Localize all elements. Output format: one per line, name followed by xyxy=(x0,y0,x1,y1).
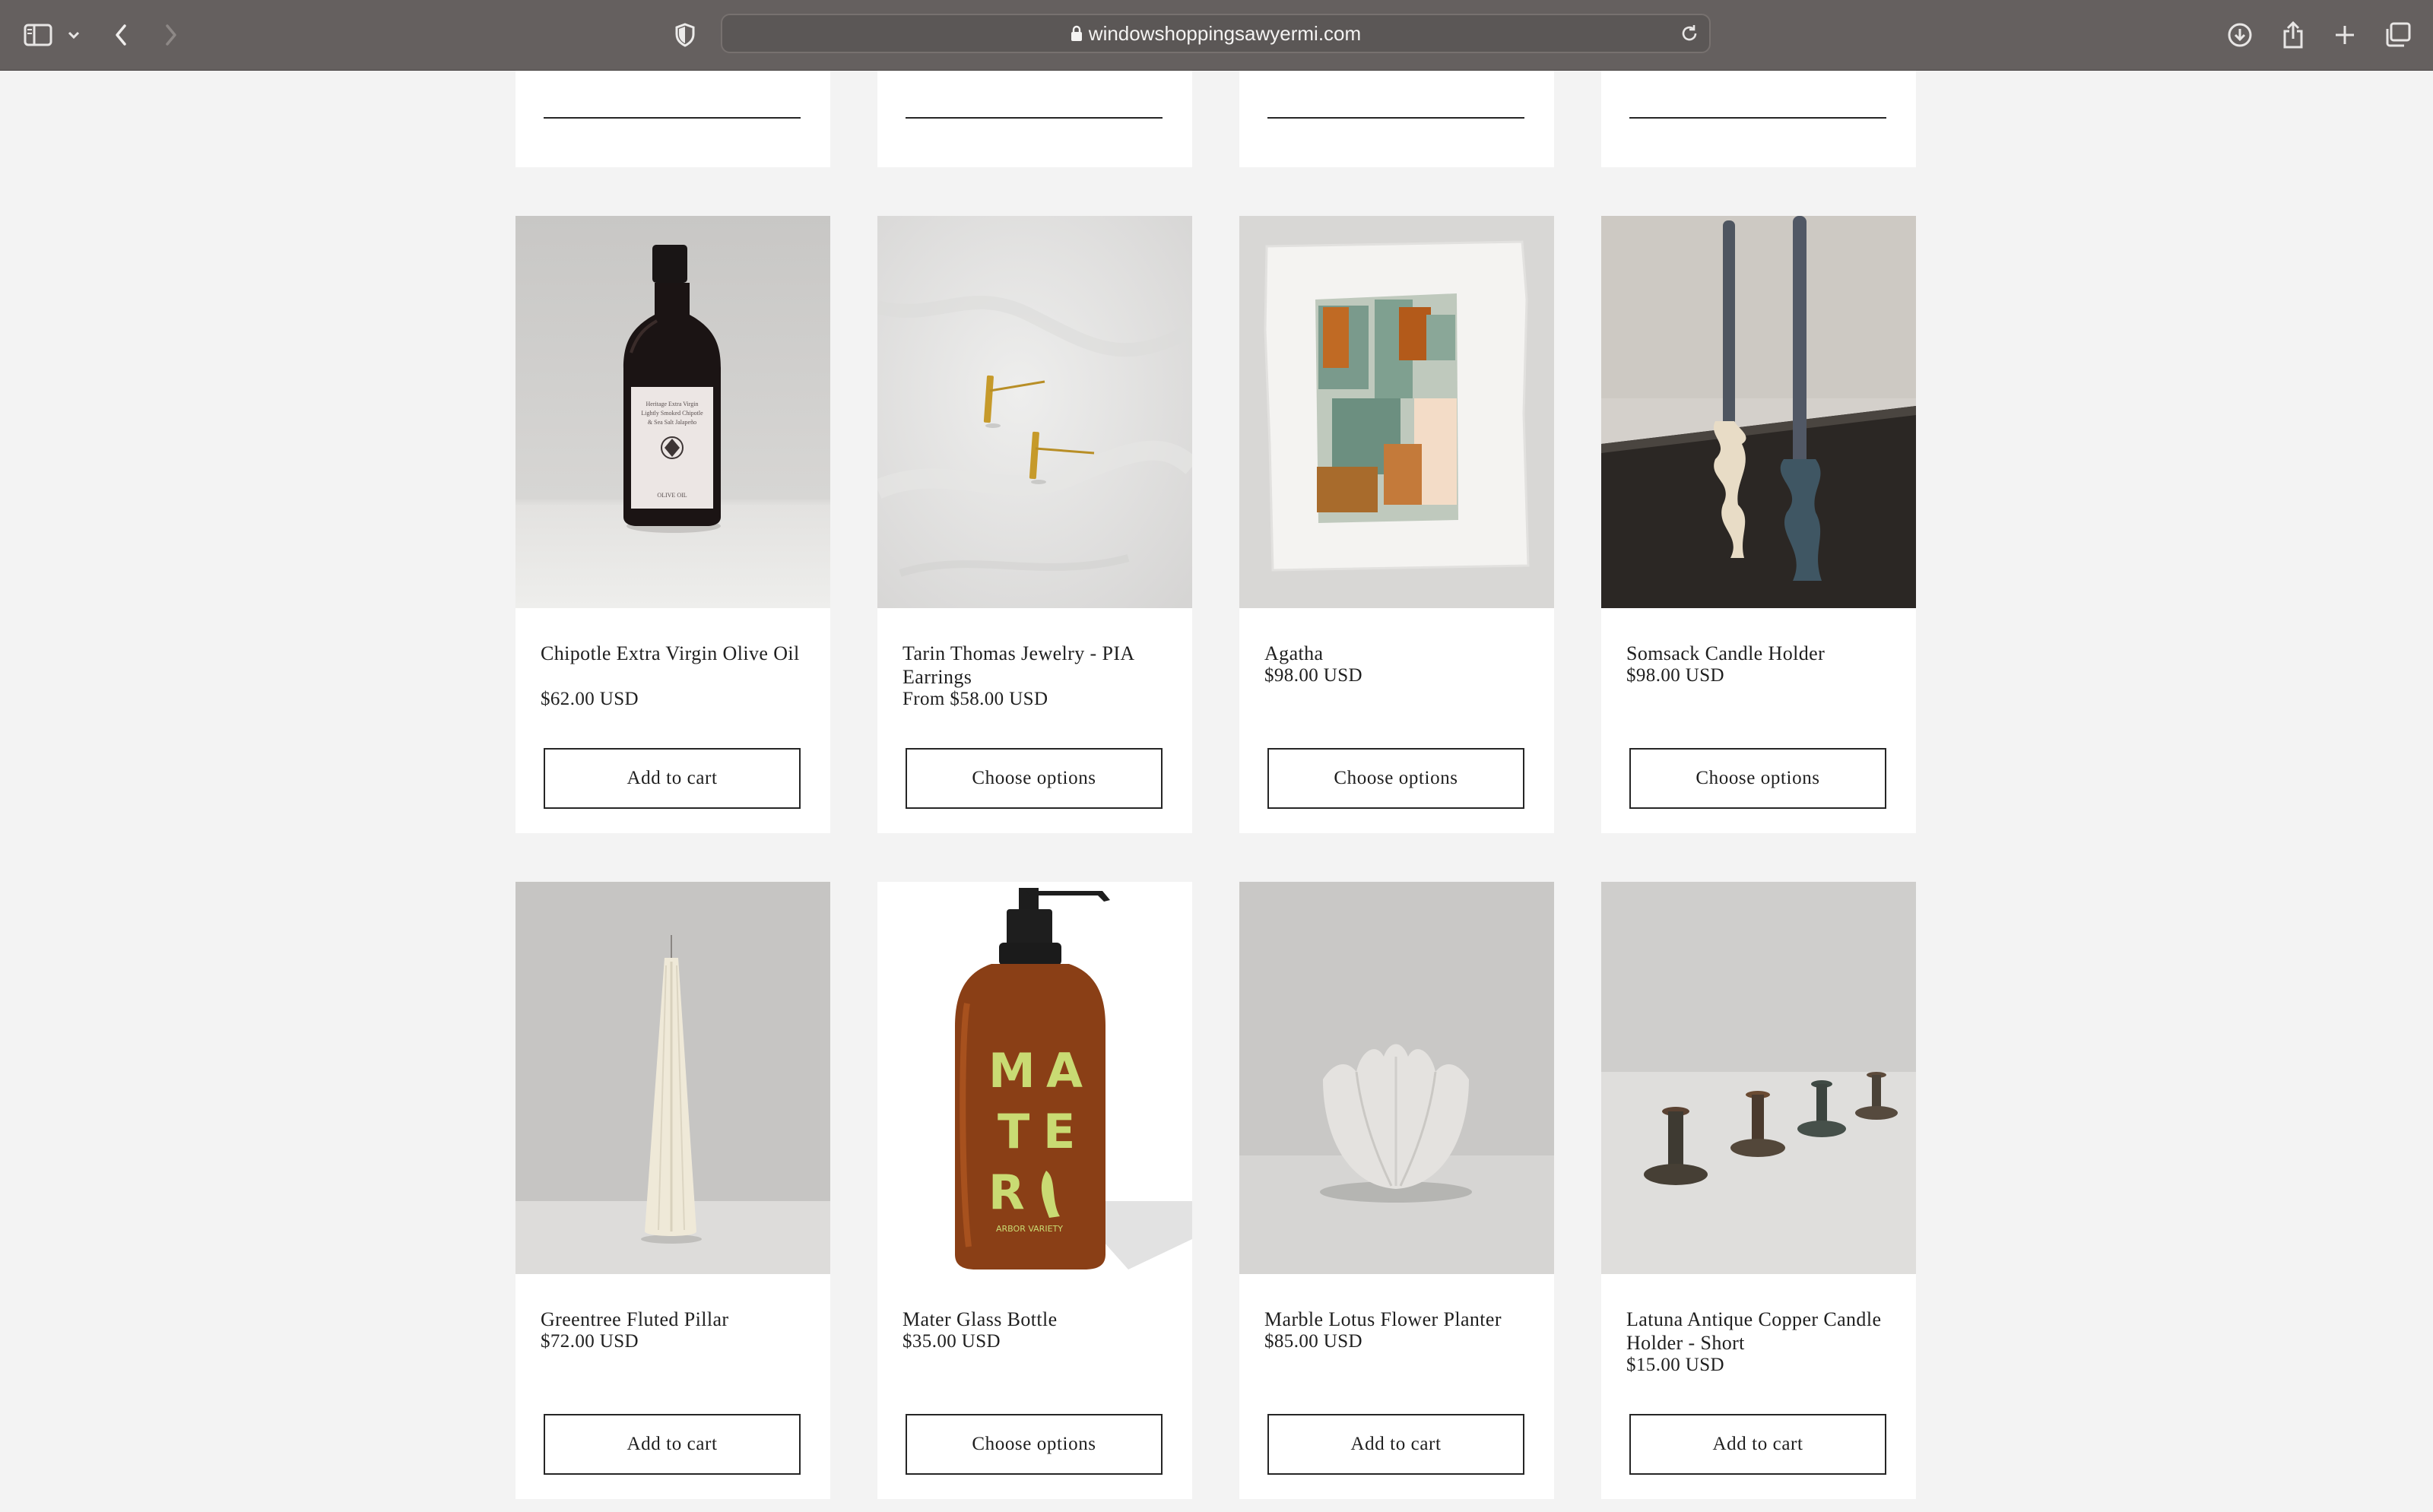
product-title[interactable]: Chipotle Extra Virgin Olive Oil xyxy=(541,642,807,665)
product-grid-page: Heritage Extra Virgin Lightly Smoked Chi… xyxy=(0,71,2433,1512)
svg-text:OLIVE OIL: OLIVE OIL xyxy=(657,492,687,499)
svg-text:Lightly Smoked Chipotle: Lightly Smoked Chipotle xyxy=(641,410,703,417)
product-image[interactable] xyxy=(877,216,1192,608)
product-image[interactable] xyxy=(515,882,830,1274)
product-title[interactable]: Mater Glass Bottle xyxy=(902,1308,1169,1331)
add-to-cart-button[interactable]: Add to cart xyxy=(544,748,801,809)
choose-options-button[interactable]: Choose options xyxy=(906,1414,1163,1475)
svg-text:M: M xyxy=(988,1043,1036,1098)
url-text: windowshoppingsawyermi.com xyxy=(1088,22,1362,45)
product-image[interactable]: Heritage Extra Virgin Lightly Smoked Chi… xyxy=(515,216,830,608)
partial-button-edge xyxy=(1629,117,1886,119)
product-card[interactable]: M A T E R ARBOR VARIETY Mater Glass Bott… xyxy=(877,882,1192,1499)
add-to-cart-button[interactable]: Add to cart xyxy=(544,1414,801,1475)
product-price: From $58.00 USD xyxy=(902,689,1048,709)
svg-text:E: E xyxy=(1043,1104,1075,1159)
forward-arrow-icon[interactable] xyxy=(160,15,182,55)
svg-text:A: A xyxy=(1046,1043,1083,1098)
product-price: $15.00 USD xyxy=(1626,1355,1725,1375)
share-icon[interactable] xyxy=(2279,15,2307,55)
product-price: $85.00 USD xyxy=(1264,1331,1363,1352)
partial-button-edge xyxy=(544,117,801,119)
product-image[interactable] xyxy=(1239,882,1554,1274)
svg-text:R: R xyxy=(988,1165,1025,1220)
partial-product-card xyxy=(877,71,1192,167)
reload-icon[interactable] xyxy=(1679,23,1700,48)
svg-text:& Sea Salt Jalapeño: & Sea Salt Jalapeño xyxy=(648,419,696,426)
choose-options-button[interactable]: Choose options xyxy=(1267,748,1524,809)
svg-text:ARBOR VARIETY: ARBOR VARIETY xyxy=(996,1224,1063,1234)
partial-button-edge xyxy=(1267,117,1524,119)
partial-product-card xyxy=(1239,71,1554,167)
product-image[interactable]: M A T E R ARBOR VARIETY xyxy=(877,882,1192,1274)
tab-overview-icon[interactable] xyxy=(2383,15,2413,55)
product-title[interactable]: Somsack Candle Holder xyxy=(1626,642,1892,665)
lock-icon xyxy=(1071,17,1083,53)
sidebar-toggle-icon[interactable] xyxy=(21,15,55,55)
product-title[interactable]: Marble Lotus Flower Planter xyxy=(1264,1308,1531,1331)
product-price: $98.00 USD xyxy=(1264,665,1363,686)
choose-options-button[interactable]: Choose options xyxy=(1629,748,1886,809)
svg-text:T: T xyxy=(998,1104,1029,1159)
downloads-icon[interactable] xyxy=(2226,15,2254,55)
new-tab-plus-icon[interactable] xyxy=(2331,15,2358,55)
product-card[interactable]: Tarin Thomas Jewelry - PIA Earrings From… xyxy=(877,216,1192,833)
product-card[interactable]: Latuna Antique Copper Candle Holder - Sh… xyxy=(1601,882,1916,1499)
privacy-shield-icon[interactable] xyxy=(672,15,698,55)
product-title[interactable]: Greentree Fluted Pillar xyxy=(541,1308,807,1331)
address-bar[interactable]: windowshoppingsawyermi.com xyxy=(721,14,1711,53)
add-to-cart-button[interactable]: Add to cart xyxy=(1629,1414,1886,1475)
product-card[interactable]: Agatha $98.00 USD Choose options xyxy=(1239,216,1554,833)
add-to-cart-button[interactable]: Add to cart xyxy=(1267,1414,1524,1475)
product-title[interactable]: Tarin Thomas Jewelry - PIA Earrings xyxy=(902,642,1169,689)
product-image[interactable] xyxy=(1601,216,1916,608)
browser-toolbar: windowshoppingsawyermi.com xyxy=(0,0,2433,71)
partial-button-edge xyxy=(906,117,1163,119)
product-card[interactable]: Marble Lotus Flower Planter $85.00 USD A… xyxy=(1239,882,1554,1499)
choose-options-button[interactable]: Choose options xyxy=(906,748,1163,809)
product-card[interactable]: Somsack Candle Holder $98.00 USD Choose … xyxy=(1601,216,1916,833)
product-image[interactable] xyxy=(1239,216,1554,608)
product-price: $72.00 USD xyxy=(541,1331,639,1352)
product-price: $98.00 USD xyxy=(1626,665,1725,686)
product-price: $35.00 USD xyxy=(902,1331,1001,1352)
partial-product-card xyxy=(1601,71,1916,167)
product-card[interactable]: Greentree Fluted Pillar $72.00 USD Add t… xyxy=(515,882,830,1499)
back-arrow-icon[interactable] xyxy=(109,15,132,55)
svg-text:Heritage Extra Virgin: Heritage Extra Virgin xyxy=(646,401,699,407)
product-title[interactable]: Agatha xyxy=(1264,642,1531,665)
partial-product-card xyxy=(515,71,830,167)
product-card[interactable]: Heritage Extra Virgin Lightly Smoked Chi… xyxy=(515,216,830,833)
product-image[interactable] xyxy=(1601,882,1916,1274)
chevron-down-icon[interactable] xyxy=(64,15,84,55)
product-title[interactable]: Latuna Antique Copper Candle Holder - Sh… xyxy=(1626,1308,1892,1355)
product-price: $62.00 USD xyxy=(541,689,639,709)
